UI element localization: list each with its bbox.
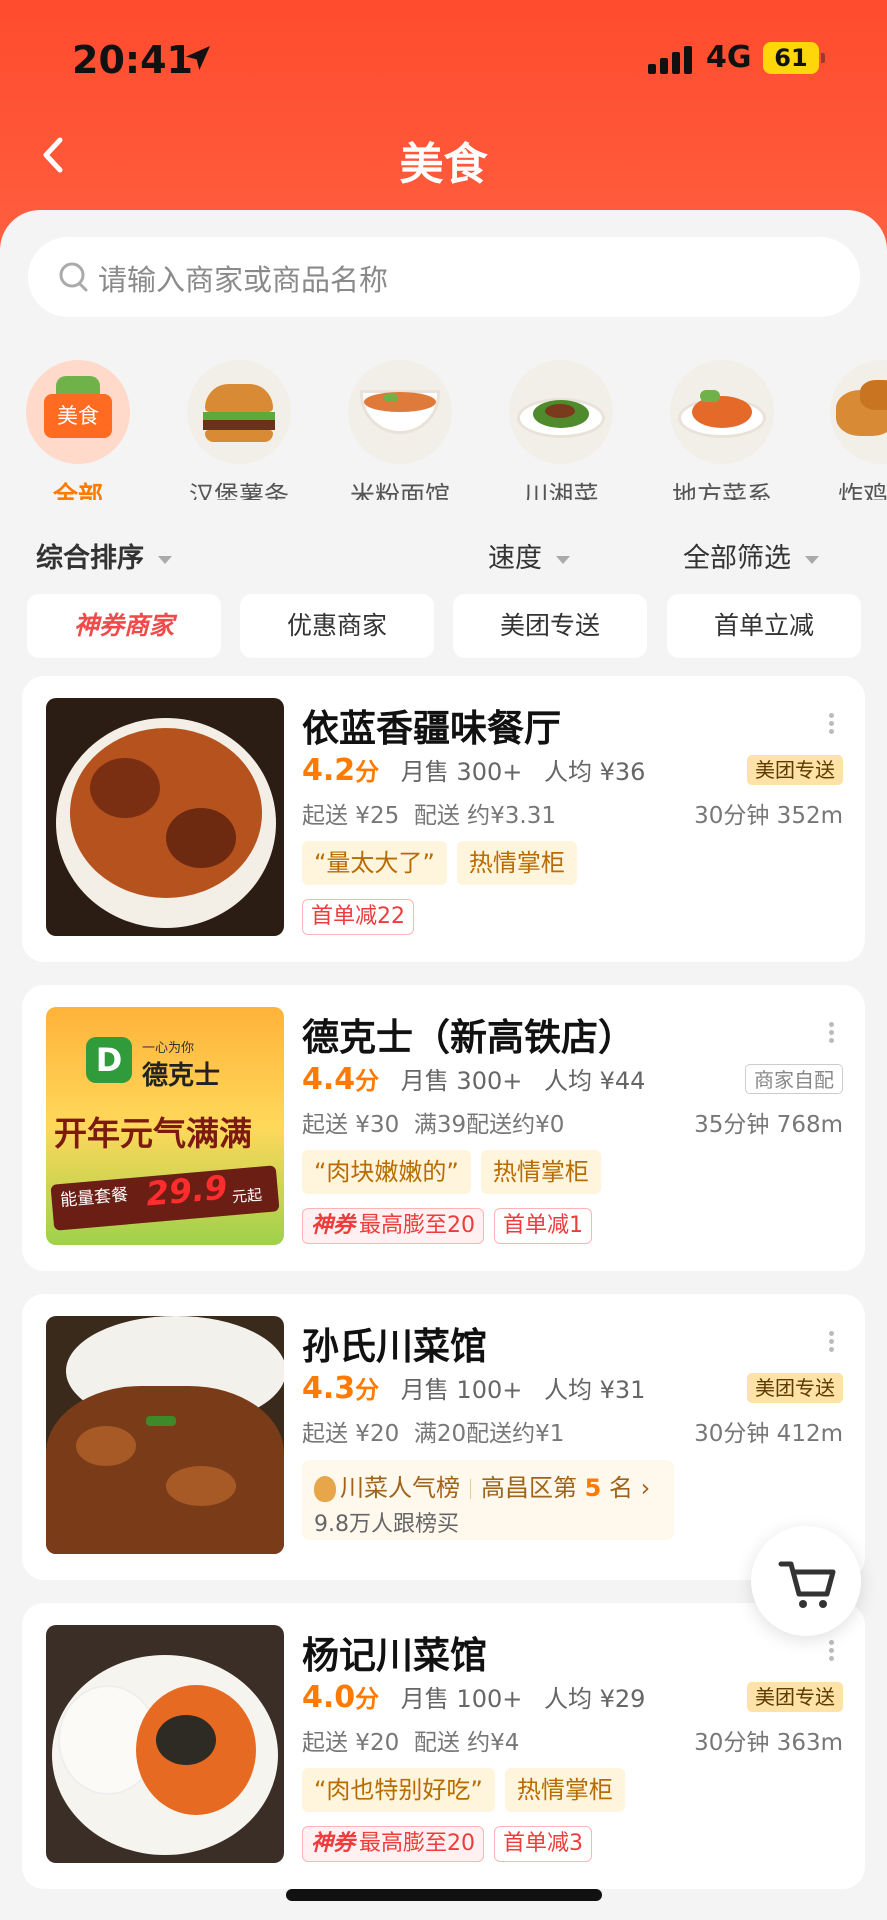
shop-score: 4.2分: [302, 753, 380, 788]
delivery-badge: 美团专送: [747, 755, 843, 785]
review-tags: “肉也特别好吃” 热情掌柜: [302, 1768, 635, 1812]
shop-time-distance: 30分钟 412m: [694, 1421, 843, 1447]
god-coupon-tag: 神券 最高膨至20: [302, 1208, 485, 1244]
shop-name: 依蓝香疆味餐厅: [302, 707, 561, 750]
shop-time-distance: 35分钟 768m: [694, 1112, 843, 1138]
chip-discount-shops[interactable]: 优惠商家: [240, 594, 434, 658]
burger-icon: [187, 360, 291, 464]
page-title: 美食: [399, 139, 488, 190]
promo-tags: 神券 最高膨至20 首单减1: [302, 1208, 602, 1244]
shop-score: 4.4分: [302, 1062, 380, 1097]
status-time: 20:41: [72, 38, 193, 82]
sort-speed[interactable]: 速度: [488, 536, 570, 575]
category-noodles[interactable]: 米粉面馆: [325, 360, 475, 500]
category-label: 炸鸡: [838, 481, 887, 500]
ranking-banner[interactable]: 川菜人气榜 高昌区第 5 名 › 9.8万人跟榜买: [302, 1460, 674, 1540]
category-fried-chicken[interactable]: 炸鸡: [808, 360, 887, 500]
sort-filter[interactable]: 全部筛选: [683, 536, 819, 575]
food-basket-icon: 美食: [26, 360, 130, 464]
signal-icon: [648, 44, 692, 74]
promo-tags: 神券 最高膨至20 首单减3: [302, 1826, 602, 1862]
chip-first-order[interactable]: 首单立减: [667, 594, 861, 658]
category-label: 地方菜系: [671, 481, 772, 500]
shop-name: 德克士（新高铁店）: [302, 1016, 635, 1059]
shop-photo: [46, 1316, 284, 1554]
category-label: 川湘菜: [523, 481, 599, 500]
delivery-badge: 商家自配: [745, 1064, 843, 1094]
more-icon[interactable]: [827, 1328, 835, 1356]
sort-overall[interactable]: 综合排序: [36, 536, 172, 575]
more-icon[interactable]: [827, 710, 835, 738]
god-coupon-tag: 神券 最高膨至20: [302, 1826, 485, 1862]
shop-card[interactable]: 杨记川菜馆 4.0分 月售 100+ 人均 ¥29 美团专送 起送 ¥20 配送…: [22, 1603, 865, 1889]
shop-card[interactable]: 依蓝香疆味餐厅 4.2分 月售 300+ 人均 ¥36 美团专送 起送 ¥25 …: [22, 676, 865, 962]
shop-photo: D 一心为你 德克士 开年元气满满 能量套餐 29.9 元起: [46, 1007, 284, 1245]
battery-icon: 61: [763, 42, 819, 74]
chip-meituan-delivery[interactable]: 美团专送: [453, 594, 647, 658]
shop-delivery-info: 起送 ¥30 满39配送约¥0: [302, 1112, 565, 1138]
shop-name: 杨记川菜馆: [302, 1634, 487, 1677]
cart-icon: [778, 1561, 836, 1608]
battery-tip: [821, 53, 825, 63]
review-tags: “肉块嫩嫩的” 热情掌柜: [302, 1150, 611, 1194]
category-label: 汉堡薯条: [188, 481, 289, 500]
sort-bar: 综合排序 速度 全部筛选: [0, 530, 887, 580]
delivery-badge: 美团专送: [747, 1373, 843, 1403]
location-arrow-icon: [186, 46, 210, 70]
shop-card[interactable]: 孙氏川菜馆 4.3分 月售 100+ 人均 ¥31 美团专送 起送 ¥20 满2…: [22, 1294, 865, 1580]
review-tags: “量太大了” 热情掌柜: [302, 841, 587, 885]
delivery-badge: 美团专送: [747, 1682, 843, 1712]
category-all[interactable]: 美食 全部: [3, 360, 153, 500]
chip-coupon-shops[interactable]: 神券商家: [27, 594, 221, 658]
shop-delivery-info: 起送 ¥20 配送 约¥4: [302, 1730, 520, 1756]
category-burger[interactable]: 汉堡薯条: [164, 360, 314, 500]
category-regional[interactable]: 地方菜系: [647, 360, 797, 500]
shop-name: 孙氏川菜馆: [302, 1325, 487, 1368]
regional-dish-icon: [670, 360, 774, 464]
shop-card[interactable]: D 一心为你 德克士 开年元气满满 能量套餐 29.9 元起 德克士（新高铁店）…: [22, 985, 865, 1271]
home-indicator: [286, 1889, 602, 1901]
chevron-down-icon: [805, 555, 819, 564]
chevron-down-icon: [556, 555, 570, 564]
search-input[interactable]: 请输入商家或商品名称: [28, 237, 860, 317]
status-bar: 20:41 4G 61: [0, 0, 887, 110]
noodle-bowl-icon: [348, 360, 452, 464]
shop-photo: [46, 698, 284, 936]
cart-button[interactable]: [751, 1526, 861, 1636]
search-placeholder: 请输入商家或商品名称: [98, 263, 389, 297]
stirfry-dish-icon: [509, 360, 613, 464]
shop-delivery-info: 起送 ¥25 配送 约¥3.31: [302, 803, 556, 829]
category-label: 米粉面馆: [349, 481, 450, 500]
category-sichuan[interactable]: 川湘菜: [486, 360, 636, 500]
category-strip: 美食 全部 汉堡薯条 米粉面馆 川湘菜 地方菜系 炸鸡: [0, 360, 887, 500]
shop-time-distance: 30分钟 352m: [694, 803, 843, 829]
network-label: 4G: [706, 40, 752, 75]
fried-chicken-icon: [830, 360, 887, 464]
more-icon[interactable]: [827, 1637, 835, 1665]
category-badge: 美食: [44, 394, 112, 438]
search-icon: [59, 262, 88, 292]
more-icon[interactable]: [827, 1019, 835, 1047]
shop-time-distance: 30分钟 363m: [694, 1730, 843, 1756]
filter-chips: 神券商家 优惠商家 美团专送 首单立减: [27, 594, 861, 658]
chevron-down-icon: [158, 555, 172, 564]
promo-tags: 首单减22: [302, 899, 424, 935]
shop-photo: [46, 1625, 284, 1863]
shop-score: 4.0分: [302, 1680, 380, 1715]
category-label: 全部: [52, 481, 103, 500]
shop-delivery-info: 起送 ¥20 满20配送约¥1: [302, 1421, 565, 1447]
chevron-right-icon: ›: [640, 1474, 651, 1502]
medal-icon: [314, 1476, 336, 1502]
shop-score: 4.3分: [302, 1371, 380, 1406]
